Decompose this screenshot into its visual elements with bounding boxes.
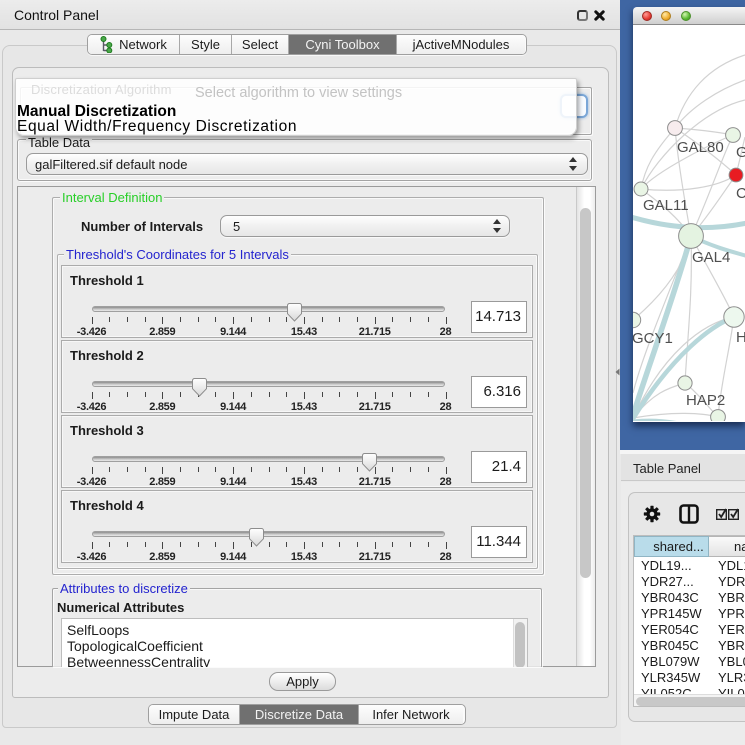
svg-text:GAL4: GAL4 (692, 249, 730, 266)
svg-text:C: C (736, 185, 745, 202)
svg-text:H: H (736, 329, 745, 346)
svg-text:GAL80: GAL80 (677, 139, 724, 156)
svg-text:GCY1: GCY1 (633, 330, 673, 347)
svg-text:HAP2: HAP2 (686, 392, 725, 409)
svg-text:GA: GA (736, 144, 745, 161)
svg-text:GAL11: GAL11 (643, 197, 689, 214)
